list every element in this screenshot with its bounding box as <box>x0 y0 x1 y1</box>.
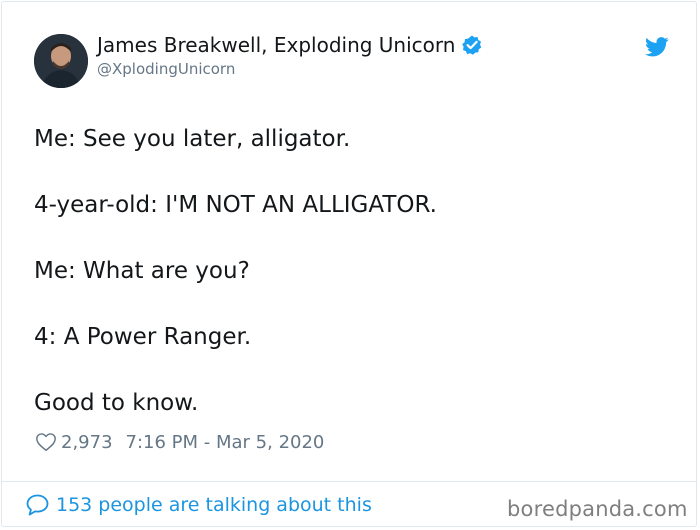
footer-divider <box>2 481 696 482</box>
verified-badge-icon <box>461 34 483 56</box>
avatar[interactable] <box>34 34 88 88</box>
tweet-line: Me: See you later, alligator. <box>34 126 351 152</box>
heart-icon[interactable] <box>35 431 57 453</box>
display-name[interactable]: James Breakwell, Exploding Unicorn <box>97 33 455 57</box>
author-handle[interactable]: @XplodingUnicorn <box>97 60 235 78</box>
tweet-line: Me: What are you? <box>34 258 250 284</box>
avatar-portrait-icon <box>34 34 88 88</box>
tweet-meta: 2,973 7:16 PM - Mar 5, 2020 <box>35 431 324 453</box>
watermark: boredpanda.com <box>507 497 688 521</box>
tweet-text: Me: See you later, alligator. 4-year-old… <box>34 125 437 455</box>
twitter-bird-icon[interactable] <box>645 36 669 58</box>
author-name-row: James Breakwell, Exploding Unicorn <box>97 33 483 57</box>
tweet-line: 4-year-old: I'M NOT AN ALLIGATOR. <box>34 192 437 218</box>
speech-bubble-icon <box>25 493 50 517</box>
conversation-label: 153 people are talking about this <box>56 494 372 516</box>
conversation-link[interactable]: 153 people are talking about this <box>25 493 372 517</box>
tweet-line: 4: A Power Ranger. <box>34 324 252 350</box>
like-count[interactable]: 2,973 <box>61 432 113 453</box>
tweet-card: James Breakwell, Exploding Unicorn @Xplo… <box>1 1 697 527</box>
timestamp[interactable]: 7:16 PM - Mar 5, 2020 <box>126 432 325 453</box>
